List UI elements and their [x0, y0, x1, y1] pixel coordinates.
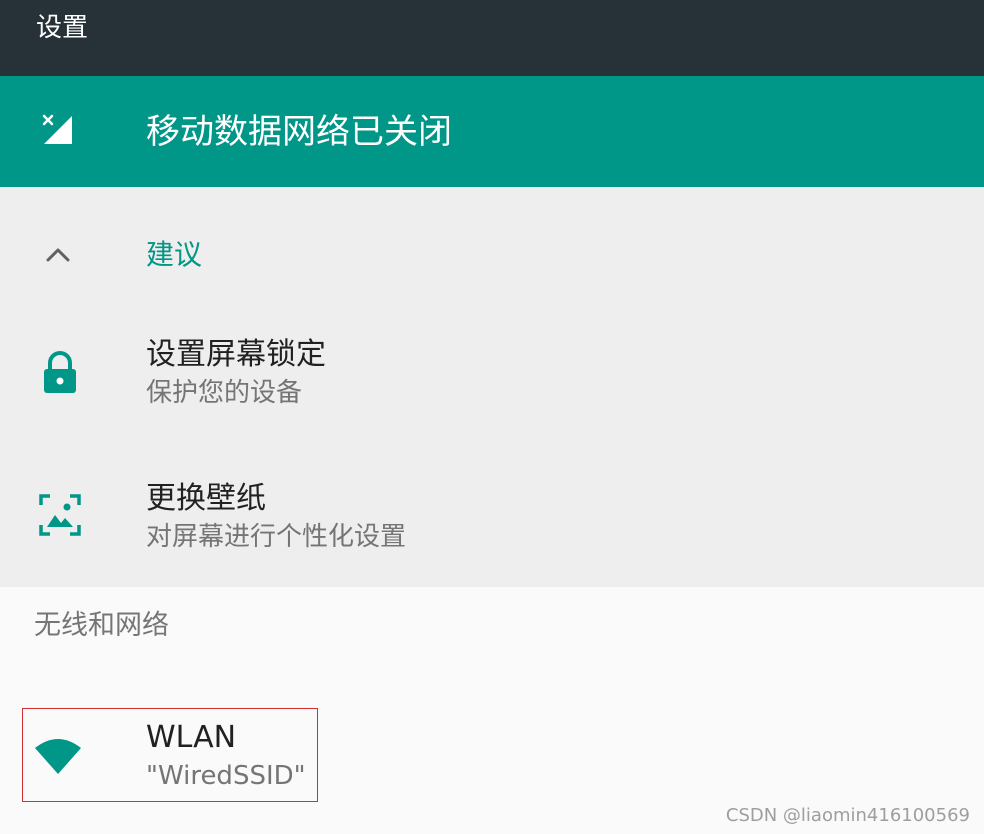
suggestion-subtitle: 对屏幕进行个性化设置 [146, 522, 407, 552]
suggestion-title: 更换壁纸 [146, 481, 266, 516]
suggestion-item-wallpaper[interactable]: 更换壁纸 对屏幕进行个性化设置 [0, 479, 984, 589]
suggestion-title: 设置屏幕锁定 [146, 337, 326, 372]
wallpaper-icon [39, 494, 81, 536]
watermark: CSDN @liaomin416100569 [725, 805, 970, 826]
suggestions-header[interactable]: 建议 [0, 223, 984, 287]
banner-text: 移动数据网络已关闭 [146, 112, 452, 152]
suggestion-subtitle: 保护您的设备 [146, 378, 303, 408]
mobile-data-off-banner[interactable]: 移动数据网络已关闭 [0, 76, 984, 187]
app-bar: 设置 [0, 0, 984, 76]
suggestions-header-label: 建议 [146, 238, 203, 271]
settings-item-wlan[interactable]: WLAN "WiredSSID" [0, 708, 984, 804]
section-header-wireless: 无线和网络 [34, 610, 169, 641]
signal-off-icon [42, 114, 72, 144]
lock-icon [44, 351, 76, 393]
wlan-ssid: "WiredSSID" [146, 761, 306, 791]
suggestions-panel: 建议 设置屏幕锁定 保护您的设备 更换壁纸 对屏幕进行个性化设置 [0, 187, 984, 587]
chevron-up-icon [46, 248, 70, 262]
wifi-icon [35, 739, 81, 774]
suggestion-item-screen-lock[interactable]: 设置屏幕锁定 保护您的设备 [0, 335, 984, 445]
wlan-title: WLAN [146, 720, 237, 755]
page-title: 设置 [36, 13, 89, 43]
